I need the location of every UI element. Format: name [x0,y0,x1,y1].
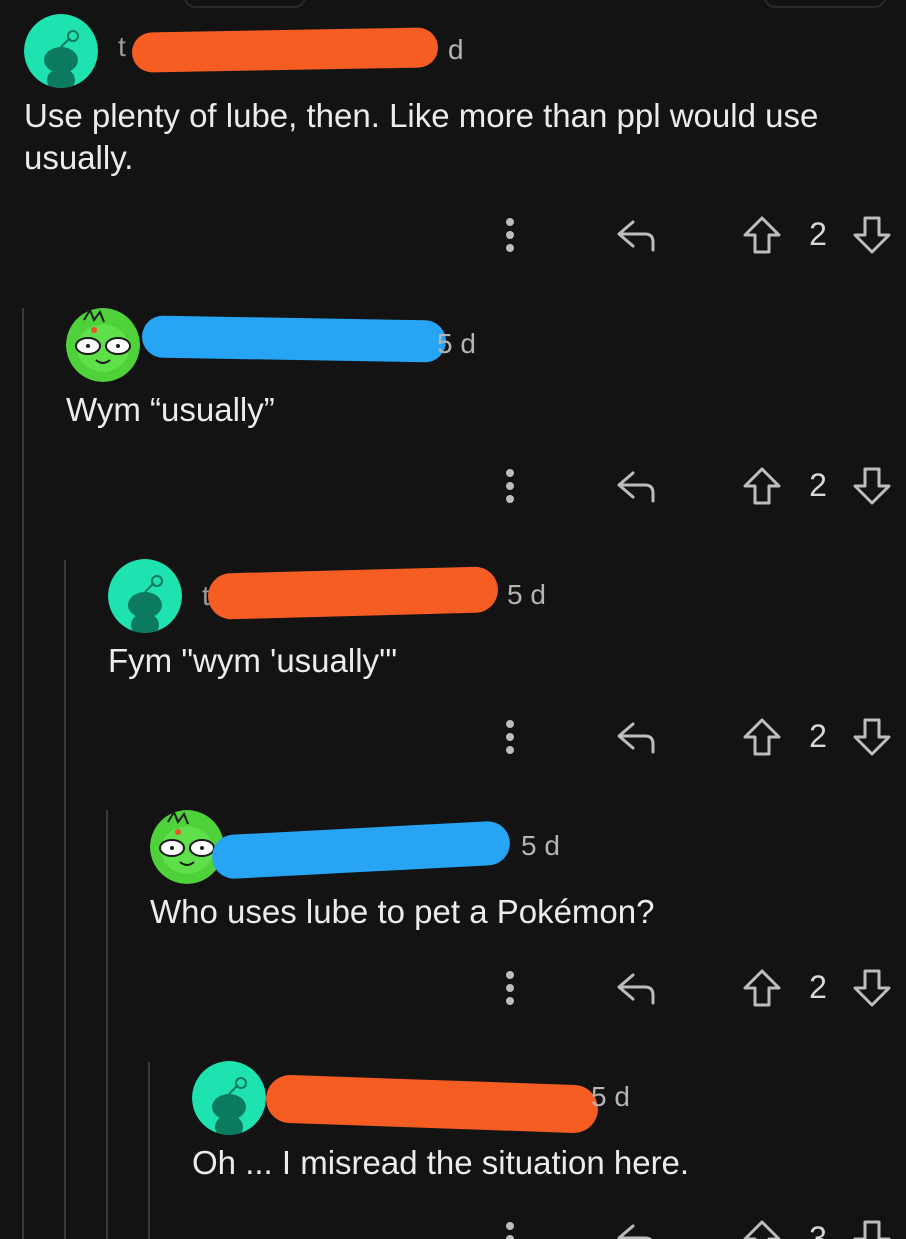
more-vertical-icon [506,1222,514,1239]
comment-5: 5 d Oh ... I misread the situation here.… [0,0,906,1239]
downvote-icon [853,1220,891,1239]
comment-body: Oh ... I misread the situation here. [192,1144,690,1181]
username-redaction [265,1074,599,1134]
more-options-button[interactable] [494,1219,526,1239]
snoo-avatar-icon [192,1061,266,1135]
comment-age: 5 d [591,1081,630,1112]
vote-score: 3 [809,1220,827,1239]
comment-actions: 3 [0,1211,906,1239]
reply-icon [617,1224,652,1239]
downvote-button[interactable] [848,1217,896,1239]
avatar[interactable] [192,1061,266,1135]
upvote-icon [743,1220,781,1239]
reply-button[interactable] [612,1219,660,1239]
upvote-button[interactable] [738,1217,786,1239]
